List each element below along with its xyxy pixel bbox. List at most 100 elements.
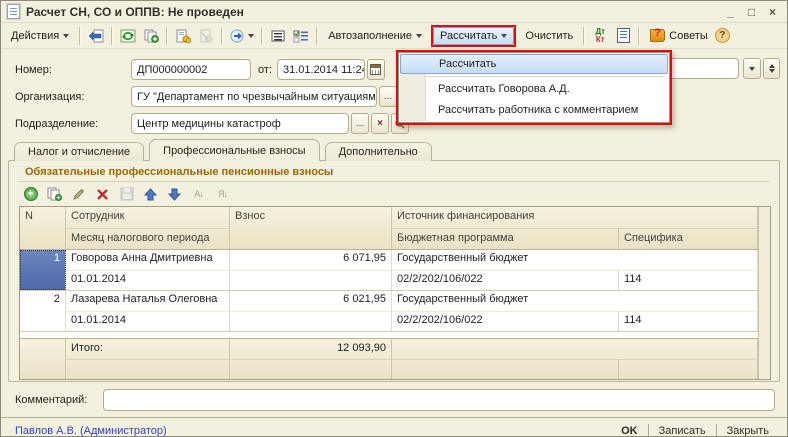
footer-empty xyxy=(392,359,619,379)
minimize-button[interactable]: _ xyxy=(722,5,739,19)
sort-asc-icon: А↓ xyxy=(190,186,207,202)
toolbar-separator xyxy=(111,27,113,45)
specifics-cell[interactable]: 114 xyxy=(619,270,758,290)
month-cell[interactable]: 01.01.2014 xyxy=(66,311,230,331)
move-down-icon[interactable] xyxy=(166,186,183,202)
list-settings-icon[interactable] xyxy=(290,27,312,45)
program-cell[interactable]: 02/2/202/106/022 xyxy=(392,311,619,331)
header-employee[interactable]: Сотрудник xyxy=(66,207,230,228)
edit-row-icon[interactable] xyxy=(70,186,87,202)
move-up-icon[interactable] xyxy=(142,186,159,202)
annotation-box-calculate: Рассчитать xyxy=(431,25,516,47)
tab-tax-and-deduction[interactable]: Налог и отчисление xyxy=(14,142,144,161)
header-contribution[interactable]: Взнос xyxy=(230,207,392,249)
header-program[interactable]: Бюджетная программа xyxy=(392,228,619,249)
combo-dropdown-button[interactable] xyxy=(743,58,761,79)
clear-button[interactable]: Очистить xyxy=(519,27,579,45)
contributions-table: N Сотрудник Взнос Источник финансировани… xyxy=(19,206,771,380)
structure-icon[interactable] xyxy=(267,27,289,45)
contribution-cell[interactable]: 6 071,95 xyxy=(230,250,392,270)
actions-label: Действия xyxy=(11,30,59,42)
toolbar-separator xyxy=(221,27,223,45)
specifics-cell[interactable]: 114 xyxy=(619,311,758,331)
organization-field[interactable]: ГУ "Департамент по чрезвычайным ситуация… xyxy=(131,86,377,107)
post-document-icon[interactable] xyxy=(172,27,194,45)
number-label: Номер: xyxy=(15,64,131,76)
reread-icon[interactable] xyxy=(85,27,107,45)
toolbar-separator xyxy=(638,27,640,45)
tips-button[interactable]: Советы xyxy=(644,26,713,45)
row-number-cell[interactable]: 1 xyxy=(20,250,66,290)
department-select-button[interactable]: ... xyxy=(351,113,369,134)
menu-item-calculate-govorova[interactable]: Рассчитать Говорова А.Д. xyxy=(400,79,668,100)
autofill-button[interactable]: Автозаполнение xyxy=(322,27,428,45)
copy-row-icon[interactable] xyxy=(46,186,63,202)
table-header: N Сотрудник Взнос Источник финансировани… xyxy=(20,207,770,250)
footer-empty xyxy=(619,359,758,379)
header-source[interactable]: Источник финансирования xyxy=(392,207,758,228)
header-n[interactable]: N xyxy=(20,207,66,249)
toolbar-separator xyxy=(583,27,585,45)
employee-cell[interactable]: Лазарева Наталья Олеговна xyxy=(66,291,230,311)
end-edit-icon xyxy=(118,186,135,202)
number-field[interactable]: ДП000000002 xyxy=(131,59,251,80)
go-to-icon[interactable] xyxy=(227,27,257,45)
close-button[interactable]: × xyxy=(764,5,781,19)
contribution-cell[interactable]: 6 021,95 xyxy=(230,291,392,311)
save-button[interactable]: Записать xyxy=(649,425,716,437)
department-clear-button[interactable]: × xyxy=(371,113,389,134)
date-label: от: xyxy=(258,64,272,76)
footer-empty xyxy=(392,339,758,359)
current-user-link[interactable]: Павлов А.В. (Администратор) xyxy=(15,425,611,437)
delete-row-icon[interactable] xyxy=(94,186,111,202)
calendar-icon xyxy=(370,64,381,75)
spinner-control[interactable] xyxy=(763,58,780,79)
refresh-icon[interactable] xyxy=(117,27,139,45)
undo-posting-icon xyxy=(195,27,217,45)
maximize-button[interactable]: □ xyxy=(743,5,760,19)
actions-menu-button[interactable]: Действия xyxy=(5,27,75,45)
source-cell[interactable]: Государственный бюджет xyxy=(392,250,758,270)
add-row-icon[interactable]: + xyxy=(22,186,39,202)
source-cell[interactable]: Государственный бюджет xyxy=(392,291,758,311)
program-cell[interactable]: 02/2/202/106/022 xyxy=(392,270,619,290)
toolbar-separator xyxy=(316,27,318,45)
department-label: Подразделение: xyxy=(15,118,131,130)
date-field[interactable]: 31.01.2014 11:24:08 xyxy=(277,59,365,80)
menu-item-calculate[interactable]: Рассчитать xyxy=(400,54,668,74)
tab-panel: Обязательные профессиональные пенсионные… xyxy=(8,160,780,382)
department-field[interactable]: Центр медицины катастроф xyxy=(131,113,349,134)
month-cell[interactable]: 01.01.2014 xyxy=(66,270,230,290)
vertical-scrollbar[interactable] xyxy=(758,207,770,379)
dt-kt-icon[interactable]: Дт Кт xyxy=(589,27,611,45)
calendar-button[interactable] xyxy=(367,59,385,80)
footer-empty xyxy=(66,359,230,379)
main-toolbar: Действия Автозапол xyxy=(1,23,787,49)
tab-additional[interactable]: Дополнительно xyxy=(325,142,432,161)
table-row[interactable]: 2 Лазарева Наталья Олеговна 6 021,95 Гос… xyxy=(20,291,770,332)
copy-create-icon[interactable] xyxy=(140,27,162,45)
status-bar: Павлов А.В. (Администратор) OK Записать … xyxy=(1,417,787,437)
menu-item-calculate-with-comment[interactable]: Рассчитать работника с комментарием xyxy=(400,100,668,121)
calculate-label: Рассчитать xyxy=(440,30,497,42)
annotation-box-menu: Рассчитать Рассчитать Говорова А.Д. Расс… xyxy=(396,50,672,125)
empty-cell xyxy=(230,311,392,331)
toolbar-separator xyxy=(166,27,168,45)
row-number-cell[interactable]: 2 xyxy=(20,291,66,331)
tips-book-icon xyxy=(650,29,665,42)
comment-input[interactable] xyxy=(103,389,775,411)
tips-label: Советы xyxy=(669,30,707,42)
close-document-button[interactable]: Закрыть xyxy=(717,425,779,437)
table-row[interactable]: 1 Говорова Анна Дмитриевна 6 071,95 Госу… xyxy=(20,250,770,291)
employee-cell[interactable]: Говорова Анна Дмитриевна xyxy=(66,250,230,270)
section-title: Обязательные профессиональные пенсионные… xyxy=(19,164,769,182)
organization-select-button[interactable]: ... xyxy=(379,86,397,107)
ok-button[interactable]: OK xyxy=(611,425,648,437)
tab-professional-contributions[interactable]: Профессиональные взносы xyxy=(149,139,319,161)
header-month[interactable]: Месяц налогового периода xyxy=(66,228,230,249)
help-icon[interactable]: ? xyxy=(715,28,730,43)
toolbar-separator xyxy=(79,27,81,45)
report-icon[interactable] xyxy=(612,27,634,45)
calculate-button[interactable]: Рассчитать xyxy=(433,27,514,45)
header-specifics[interactable]: Специфика xyxy=(619,228,758,249)
